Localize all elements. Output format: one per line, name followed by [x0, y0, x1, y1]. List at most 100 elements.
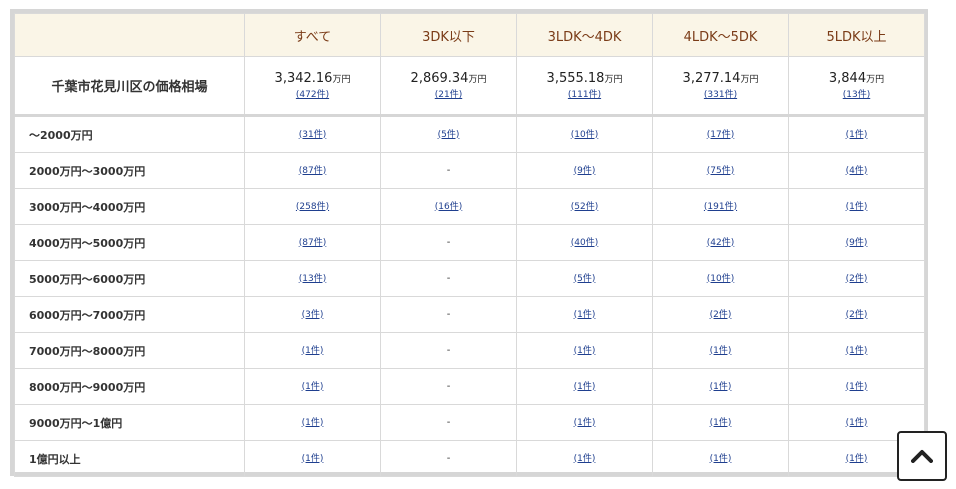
- count-cell: -: [380, 332, 517, 369]
- empty-dash: -: [446, 417, 451, 428]
- count-link[interactable]: (2件): [846, 310, 868, 320]
- count-link[interactable]: (1件): [710, 418, 732, 428]
- empty-dash: -: [446, 273, 451, 284]
- count-cell: -: [380, 404, 517, 441]
- count-link[interactable]: (87件): [299, 166, 326, 176]
- count-link[interactable]: (10件): [571, 130, 598, 140]
- count-cell: (1件): [788, 115, 925, 153]
- average-count-link[interactable]: (472件): [296, 90, 329, 100]
- average-unit: 万円: [866, 75, 885, 85]
- count-link[interactable]: (42件): [707, 238, 734, 248]
- count-link[interactable]: (52件): [571, 202, 598, 212]
- table-row: 2000万円〜3000万円 (87件) - (9件) (75件) (4件): [14, 152, 925, 189]
- table-row: 9000万円〜1億円 (1件) - (1件) (1件) (1件): [14, 404, 925, 441]
- average-unit: 万円: [604, 75, 623, 85]
- count-link[interactable]: (75件): [707, 166, 734, 176]
- price-range-rows: 〜2000万円 (31件) (5件) (10件) (17件) (1件) 2000万円〜300…: [14, 115, 925, 477]
- count-link[interactable]: (9件): [846, 238, 868, 248]
- count-link[interactable]: (4件): [846, 166, 868, 176]
- count-link[interactable]: (2件): [846, 274, 868, 284]
- column-header-row: すべて 3DK以下 3LDK〜4DK 4LDK〜5DK 5LDK以上: [14, 13, 925, 57]
- column-header-4ldk-5dk: 4LDK〜5DK: [652, 13, 789, 57]
- empty-dash: -: [446, 345, 451, 356]
- back-to-top-button[interactable]: [897, 431, 947, 481]
- count-link[interactable]: (10件): [707, 274, 734, 284]
- count-link[interactable]: (3件): [302, 310, 324, 320]
- count-cell: -: [380, 152, 517, 189]
- count-cell: (1件): [244, 440, 381, 477]
- average-value: 3,555.18: [546, 71, 605, 86]
- count-link[interactable]: (1件): [846, 382, 868, 392]
- count-cell: (42件): [652, 224, 789, 261]
- count-link[interactable]: (1件): [846, 130, 868, 140]
- count-link[interactable]: (40件): [571, 238, 598, 248]
- count-link[interactable]: (31件): [299, 130, 326, 140]
- count-link[interactable]: (1件): [846, 346, 868, 356]
- count-link[interactable]: (5件): [574, 274, 596, 284]
- count-link[interactable]: (1件): [710, 454, 732, 464]
- column-header-5ldk-or-more: 5LDK以上: [788, 13, 925, 57]
- count-cell: (1件): [652, 332, 789, 369]
- table-row: 8000万円〜9000万円 (1件) - (1件) (1件) (1件): [14, 368, 925, 405]
- count-cell: (9件): [788, 224, 925, 261]
- count-cell: (1件): [516, 368, 653, 405]
- average-unit: 万円: [468, 75, 487, 85]
- count-link[interactable]: (5件): [438, 130, 460, 140]
- average-price-title: 千葉市花見川区の価格相場: [14, 56, 245, 116]
- count-link[interactable]: (1件): [710, 382, 732, 392]
- count-link[interactable]: (1件): [302, 418, 324, 428]
- count-cell: (40件): [516, 224, 653, 261]
- count-cell: (87件): [244, 224, 381, 261]
- count-link[interactable]: (1件): [846, 202, 868, 212]
- count-cell: (10件): [516, 115, 653, 153]
- count-link[interactable]: (1件): [302, 346, 324, 356]
- count-cell: (258件): [244, 188, 381, 225]
- count-link[interactable]: (13件): [299, 274, 326, 284]
- count-link[interactable]: (1件): [302, 454, 324, 464]
- count-cell: (1件): [788, 368, 925, 405]
- count-link[interactable]: (1件): [846, 418, 868, 428]
- count-cell: -: [380, 260, 517, 297]
- count-cell: (1件): [516, 440, 653, 477]
- count-link[interactable]: (1件): [574, 346, 596, 356]
- count-link[interactable]: (1件): [710, 346, 732, 356]
- count-cell: (5件): [516, 260, 653, 297]
- count-cell: (1件): [244, 332, 381, 369]
- price-range-label: 1億円以上: [14, 440, 245, 477]
- empty-dash: -: [446, 381, 451, 392]
- count-link[interactable]: (87件): [299, 238, 326, 248]
- count-link[interactable]: (1件): [574, 310, 596, 320]
- empty-dash: -: [446, 309, 451, 320]
- count-link[interactable]: (1件): [574, 382, 596, 392]
- count-cell: (52件): [516, 188, 653, 225]
- count-cell: (1件): [244, 404, 381, 441]
- count-link[interactable]: (2件): [710, 310, 732, 320]
- price-range-label: 9000万円〜1億円: [14, 404, 245, 441]
- count-link[interactable]: (9件): [574, 166, 596, 176]
- count-cell: (1件): [652, 440, 789, 477]
- price-range-label: 2000万円〜3000万円: [14, 152, 245, 189]
- count-link[interactable]: (16件): [435, 202, 462, 212]
- count-cell: (5件): [380, 115, 517, 153]
- count-cell: (1件): [516, 296, 653, 333]
- average-value: 3,277.14: [682, 71, 741, 86]
- average-count-link[interactable]: (111件): [568, 90, 601, 100]
- count-link[interactable]: (258件): [296, 202, 329, 212]
- count-cell: -: [380, 368, 517, 405]
- average-count-link[interactable]: (13件): [843, 90, 870, 100]
- average-unit: 万円: [332, 75, 351, 85]
- count-link[interactable]: (17件): [707, 130, 734, 140]
- price-range-label: 6000万円〜7000万円: [14, 296, 245, 333]
- count-link[interactable]: (1件): [302, 382, 324, 392]
- count-cell: (1件): [516, 332, 653, 369]
- empty-dash: -: [446, 165, 451, 176]
- average-count-link[interactable]: (21件): [435, 90, 462, 100]
- count-link[interactable]: (191件): [704, 202, 737, 212]
- count-link[interactable]: (1件): [846, 454, 868, 464]
- average-count-link[interactable]: (331件): [704, 90, 737, 100]
- count-cell: (17件): [652, 115, 789, 153]
- count-link[interactable]: (1件): [574, 454, 596, 464]
- count-link[interactable]: (1件): [574, 418, 596, 428]
- empty-dash: -: [446, 237, 451, 248]
- table-row: 〜2000万円 (31件) (5件) (10件) (17件) (1件): [14, 115, 925, 153]
